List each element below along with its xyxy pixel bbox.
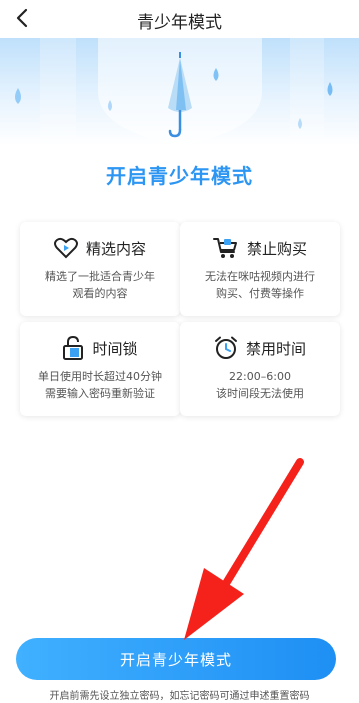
shopping-cart-icon — [212, 238, 237, 258]
heart-play-icon — [53, 237, 78, 259]
feature-card-time-lock: 时间锁 单日使用时长超过40分钟 需要输入密码重新验证 — [20, 322, 180, 416]
feature-card-header: 禁用时间 — [180, 334, 340, 362]
feature-card-no-purchase: 禁止购买 无法在咪咕视频内进行 购买、付费等操作 — [180, 222, 340, 316]
feature-description: 22:00–6:00 该时间段无法使用 — [186, 368, 334, 402]
feature-desc-line: 无法在咪咕视频内进行 — [205, 270, 315, 283]
feature-card-disabled-time: 禁用时间 22:00–6:00 该时间段无法使用 — [180, 322, 340, 416]
feature-title: 时间锁 — [92, 339, 138, 358]
feature-desc-line: 精选了一批适合青少年 — [45, 270, 155, 283]
header-bar: 青少年模式 — [0, 0, 359, 38]
page-title: 青少年模式 — [137, 13, 222, 33]
feature-desc-line: 该时间段无法使用 — [216, 387, 304, 400]
feature-description: 无法在咪咕视频内进行 购买、付费等操作 — [186, 268, 334, 302]
feature-desc-line: 购买、付费等操作 — [216, 287, 304, 300]
feature-desc-line: 22:00–6:00 — [229, 370, 291, 383]
section-heading: 开启青少年模式 — [106, 164, 253, 188]
feature-title: 禁止购买 — [246, 239, 307, 258]
feature-card-curated-content: 精选内容 精选了一批适合青少年 观看的内容 — [20, 222, 180, 316]
lock-icon — [63, 336, 84, 360]
feature-description: 单日使用时长超过40分钟 需要输入密码重新验证 — [26, 368, 174, 402]
feature-card-header: 时间锁 — [20, 334, 180, 362]
feature-card-header: 精选内容 — [20, 234, 180, 262]
password-footnote: 开启前需先设立独立密码，如忘记密码可通过申述重置密码 — [49, 691, 310, 702]
feature-desc-line: 观看的内容 — [72, 287, 128, 300]
enable-youth-mode-button[interactable]: 开启青少年模式 — [16, 638, 336, 680]
feature-desc-line: 需要输入密码重新验证 — [45, 387, 155, 400]
banner-illustration — [0, 38, 359, 146]
alarm-clock-icon — [214, 336, 237, 359]
feature-title: 精选内容 — [85, 239, 146, 258]
feature-description: 精选了一批适合青少年 观看的内容 — [26, 268, 174, 302]
feature-title: 禁用时间 — [245, 339, 306, 358]
feature-card-header: 禁止购买 — [180, 234, 340, 262]
feature-desc-line: 单日使用时长超过40分钟 — [38, 370, 162, 383]
